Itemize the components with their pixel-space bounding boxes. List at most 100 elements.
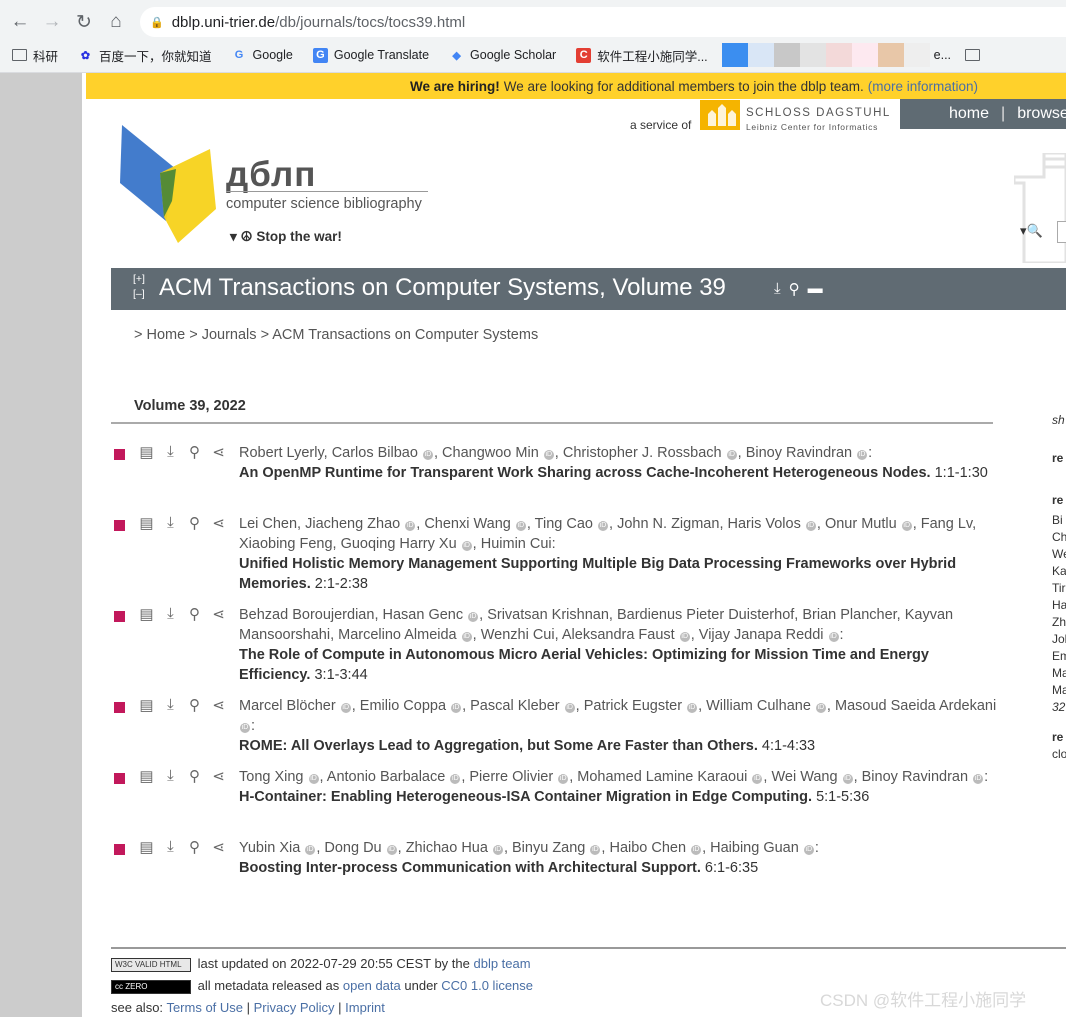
author-link[interactable]: Changwoo Min <box>442 445 539 461</box>
share-icon[interactable]: ⋖ <box>210 443 227 461</box>
open-data-link[interactable]: open data <box>343 978 401 993</box>
terms-link[interactable]: Terms of Use <box>166 1000 243 1015</box>
breadcrumb-journals-link[interactable]: Journals <box>202 327 257 343</box>
orcid-icon[interactable]: iD <box>726 450 737 460</box>
w3c-badge-icon[interactable]: W3C VALID HTML <box>111 958 191 972</box>
cc-zero-badge-icon[interactable]: cc ZERO <box>111 980 191 994</box>
breadcrumb-home-link[interactable]: Home <box>147 327 186 343</box>
author-link[interactable]: Zhichao Hua <box>406 840 488 856</box>
orcid-icon[interactable]: iD <box>828 632 839 642</box>
privacy-link[interactable]: Privacy Policy <box>254 1000 335 1015</box>
comment-icon[interactable]: ▬ <box>808 280 823 298</box>
orcid-icon[interactable]: iD <box>805 521 816 531</box>
orcid-icon[interactable]: iD <box>451 703 462 713</box>
export-record-icon[interactable]: ⤓ <box>162 605 179 623</box>
orcid-icon[interactable]: iD <box>598 521 609 531</box>
author-link[interactable]: Binoy Ravindran <box>862 769 968 785</box>
view-document-icon[interactable]: ▤ <box>138 696 155 714</box>
author-link[interactable]: Mohamed Lamine Karaoui <box>577 769 747 785</box>
orcid-icon[interactable]: iD <box>973 774 984 784</box>
download-icon[interactable]: ⤓ <box>774 280 781 298</box>
author-link[interactable]: Huimin Cui <box>481 536 552 552</box>
author-link[interactable]: Haris Volos <box>728 516 801 532</box>
view-document-icon[interactable]: ▤ <box>138 514 155 532</box>
dagstuhl-logo-icon[interactable] <box>700 100 740 130</box>
stop-the-war-toggle[interactable]: ▾ ☮ Stop the war! <box>230 229 342 245</box>
orcid-icon[interactable]: iD <box>305 845 316 855</box>
orcid-icon[interactable]: iD <box>543 450 554 460</box>
nav-home-link[interactable]: home <box>900 105 989 123</box>
author-link[interactable]: Binyu Zang <box>512 840 585 856</box>
nav-browse-link[interactable]: browse <box>1017 105 1066 123</box>
bookmark-baidu[interactable]: ✿ 百度一下，你就知道 <box>78 46 212 65</box>
orcid-icon[interactable]: iD <box>857 450 868 460</box>
author-link[interactable]: John N. Zigman <box>617 516 719 532</box>
orcid-icon[interactable]: iD <box>901 521 912 531</box>
author-link[interactable]: Fang Lv <box>921 516 972 532</box>
breadcrumb-venue-link[interactable]: ACM Transactions on Computer Systems <box>272 327 538 343</box>
author-link[interactable]: Srivatsan Krishnan <box>487 607 609 623</box>
export-record-icon[interactable]: ⤓ <box>162 696 179 714</box>
orcid-icon[interactable]: iD <box>752 774 763 784</box>
orcid-icon[interactable]: iD <box>590 845 601 855</box>
orcid-icon[interactable]: iD <box>461 632 472 642</box>
expand-toggle[interactable]: [+] <box>133 272 145 287</box>
author-link[interactable]: Masoud Saeida Ardekani <box>835 698 996 714</box>
author-link[interactable]: Robert Lyerly <box>239 445 324 461</box>
author-link[interactable]: Emilio Coppa <box>360 698 446 714</box>
home-icon[interactable]: ⌂ <box>104 10 128 34</box>
orcid-icon[interactable]: iD <box>679 632 690 642</box>
search-related-icon[interactable]: ⚲ <box>186 767 203 785</box>
expand-collapse-toggle[interactable]: [+] [–] <box>133 272 145 302</box>
author-link[interactable]: Xiaobing Feng <box>239 536 333 552</box>
author-link[interactable]: Guoqing Harry Xu <box>341 536 457 552</box>
dblp-logo-icon[interactable] <box>120 121 220 245</box>
author-link[interactable]: Haibing Guan <box>710 840 799 856</box>
author-link[interactable]: Binoy Ravindran <box>746 445 852 461</box>
dagstuhl-name[interactable]: SCHLOSS DAGSTUHL <box>746 107 891 119</box>
author-link[interactable]: Pierre Olivier <box>469 769 553 785</box>
orcid-icon[interactable]: iD <box>308 774 319 784</box>
orcid-icon[interactable]: iD <box>691 845 702 855</box>
bookmark-google[interactable]: G Google <box>232 48 293 63</box>
bookmark-more[interactable]: e... <box>934 48 951 62</box>
other-bookmarks-folder[interactable] <box>965 49 986 61</box>
author-link[interactable]: Brian Plancher <box>802 607 896 623</box>
author-link[interactable]: Ting Cao <box>535 516 593 532</box>
more-information-link[interactable]: (more information) <box>868 79 978 94</box>
reload-icon[interactable]: ↻ <box>72 10 96 34</box>
orcid-icon[interactable]: iD <box>422 450 433 460</box>
search-related-icon[interactable]: ⚲ <box>186 696 203 714</box>
orcid-icon[interactable]: iD <box>564 703 575 713</box>
orcid-icon[interactable]: iD <box>515 521 526 531</box>
bookmark-csdn[interactable]: C 软件工程小施同学... <box>576 46 708 65</box>
bookmark-google-translate[interactable]: G Google Translate <box>312 47 429 63</box>
orcid-icon[interactable]: iD <box>340 703 351 713</box>
author-link[interactable]: Hasan Genc <box>383 607 464 623</box>
share-icon[interactable]: ⋖ <box>210 605 227 623</box>
search-related-icon[interactable]: ⚲ <box>186 838 203 856</box>
forward-icon[interactable]: → <box>40 10 64 34</box>
share-icon[interactable]: ⋖ <box>210 696 227 714</box>
collapse-toggle[interactable]: [–] <box>133 287 145 302</box>
author-link[interactable]: Vijay Janapa Reddi <box>699 627 824 643</box>
imprint-link[interactable]: Imprint <box>345 1000 385 1015</box>
search-people-icon[interactable]: ⚲ <box>789 280 800 298</box>
orcid-icon[interactable]: iD <box>558 774 569 784</box>
orcid-icon[interactable]: iD <box>815 703 826 713</box>
orcid-icon[interactable]: iD <box>468 612 479 622</box>
author-link[interactable]: Tong Xing <box>239 769 304 785</box>
view-document-icon[interactable]: ▤ <box>138 605 155 623</box>
author-link[interactable]: Carlos Bilbao <box>332 445 418 461</box>
export-record-icon[interactable]: ⤓ <box>162 443 179 461</box>
author-link[interactable]: Aleksandra Faust <box>562 627 675 643</box>
author-link[interactable]: William Culhane <box>706 698 811 714</box>
author-link[interactable]: Pascal Kleber <box>470 698 559 714</box>
address-bar[interactable]: 🔒 dblp.uni-trier.de/db/journals/tocs/toc… <box>140 7 1066 37</box>
author-link[interactable]: Yubin Xia <box>239 840 300 856</box>
orcid-icon[interactable]: iD <box>492 845 503 855</box>
orcid-icon[interactable]: iD <box>386 845 397 855</box>
bookmark-keyan[interactable]: 科研 <box>12 46 58 65</box>
export-record-icon[interactable]: ⤓ <box>162 514 179 532</box>
author-link[interactable]: Haibo Chen <box>609 840 686 856</box>
